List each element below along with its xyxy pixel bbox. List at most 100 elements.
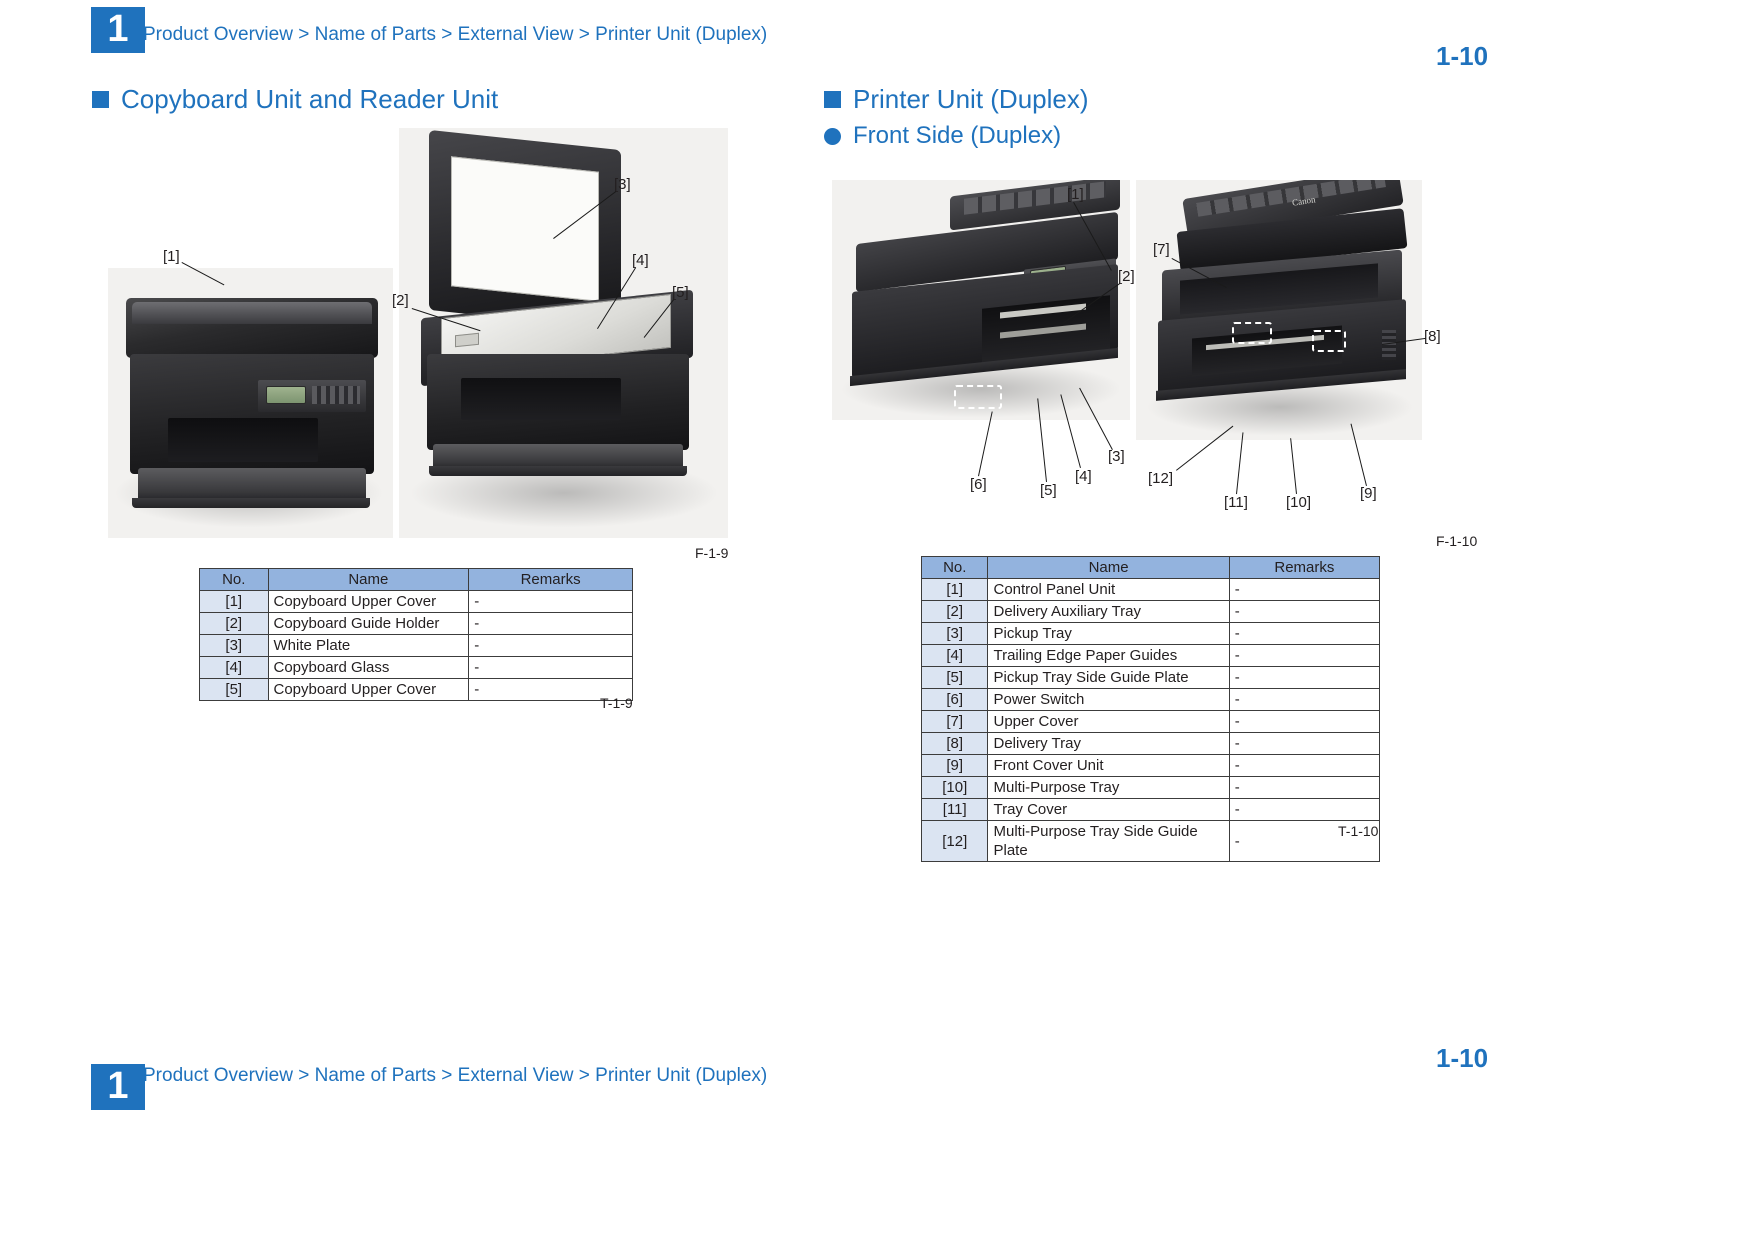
cell-no: [1] [199, 590, 269, 613]
cell-remarks: - [468, 612, 633, 635]
cell-name: Tray Cover [987, 798, 1230, 821]
callout-right-4: [4] [1075, 468, 1092, 485]
cell-no: [9] [920, 754, 989, 777]
cell-no: [2] [920, 600, 989, 623]
table-row: [3] Pickup Tray - [920, 622, 1381, 645]
cell-name: Pickup Tray [987, 622, 1230, 645]
right-subsection-title: Front Side (Duplex) [853, 122, 1062, 149]
callout-left-3: [3] [614, 176, 631, 193]
cell-remarks: - [1228, 688, 1381, 711]
cell-name: Power Switch [987, 688, 1230, 711]
circle-bullet-icon [824, 127, 841, 145]
cell-no: [8] [920, 732, 989, 755]
left-section-title: Copyboard Unit and Reader Unit [121, 84, 499, 114]
square-bullet-icon [92, 91, 109, 108]
photo-printer-front-closed [832, 180, 1130, 420]
cell-name: Front Cover Unit [987, 754, 1230, 777]
column-header-no: No. [920, 556, 989, 579]
cell-remarks: - [1228, 710, 1381, 733]
cell-no: [3] [920, 622, 989, 645]
callout-right-7: [7] [1153, 241, 1170, 258]
header-chapter-badge: 1 [91, 7, 145, 53]
table-row: [7] Upper Cover - [920, 710, 1381, 733]
right-section-heading: Printer Unit (Duplex) [824, 84, 1089, 115]
cell-name: Copyboard Guide Holder [267, 612, 470, 635]
right-figure-caption: F-1-10 [1436, 533, 1478, 549]
cell-name: Delivery Auxiliary Tray [987, 600, 1230, 623]
table-row: [1] Copyboard Upper Cover - [199, 590, 633, 613]
cell-no: [10] [920, 776, 989, 799]
cell-remarks: - [1228, 622, 1381, 645]
table-row: [12] Multi-Purpose Tray Side Guide Plate… [920, 820, 1381, 862]
footer-breadcrumb: Product Overview > Name of Parts > Exter… [143, 1065, 768, 1086]
cell-no: [5] [920, 666, 989, 689]
cell-remarks: - [1228, 798, 1381, 821]
figure-copyboard-reader-unit [108, 128, 728, 538]
cell-name: Pickup Tray Side Guide Plate [987, 666, 1230, 689]
cell-name: Copyboard Upper Cover [267, 678, 470, 701]
callout-right-2: [2] [1118, 268, 1135, 285]
left-figure-caption: F-1-9 [695, 545, 729, 561]
table-row: [9] Front Cover Unit - [920, 754, 1381, 777]
photo-printer-cover-open: Canon [1136, 180, 1422, 440]
callout-right-12: [12] [1148, 470, 1174, 487]
cell-remarks: - [1228, 776, 1381, 799]
callout-right-11: [11] [1224, 494, 1248, 511]
cell-no: [4] [199, 656, 269, 679]
square-bullet-icon [824, 91, 841, 108]
right-section-title: Printer Unit (Duplex) [853, 84, 1089, 114]
cell-name: White Plate [267, 634, 470, 657]
cell-name: Trailing Edge Paper Guides [987, 644, 1230, 667]
cell-name: Multi-Purpose Tray [987, 776, 1230, 799]
left-section-heading: Copyboard Unit and Reader Unit [92, 84, 498, 115]
callout-left-5: [5] [672, 284, 689, 301]
cell-no: [4] [920, 644, 989, 667]
header-page-number: 1-10 [1436, 41, 1489, 71]
callout-right-5: [5] [1040, 482, 1057, 499]
photo-copyboard-open [399, 128, 728, 538]
cell-name: Copyboard Glass [267, 656, 470, 679]
table-row: [4] Trailing Edge Paper Guides - [920, 644, 1381, 667]
cell-no: [12] [920, 820, 989, 862]
header-breadcrumb: Product Overview > Name of Parts > Exter… [143, 24, 768, 45]
cell-remarks: - [468, 656, 633, 679]
table-row: [3] White Plate - [199, 634, 633, 657]
cell-remarks: - [1228, 578, 1381, 601]
right-table-caption: T-1-10 [1338, 823, 1379, 839]
cell-no: [5] [199, 678, 269, 701]
column-header-name: Name [267, 568, 470, 591]
cell-no: [7] [920, 710, 989, 733]
column-header-name: Name [987, 556, 1230, 579]
table-row: [6] Power Switch - [920, 688, 1381, 711]
table-row: [2] Delivery Auxiliary Tray - [920, 600, 1381, 623]
column-header-no: No. [199, 568, 269, 591]
table-header-row: No. Name Remarks [920, 556, 1381, 579]
footer-page-number: 1-10 [1436, 1043, 1489, 1073]
table-row: [5] Copyboard Upper Cover - [199, 678, 633, 701]
photo-copyboard-closed [108, 268, 393, 538]
table-row: [10] Multi-Purpose Tray - [920, 776, 1381, 799]
left-table-caption: T-1-9 [600, 695, 633, 711]
footer-chapter-badge: 1 [91, 1064, 145, 1110]
callout-left-2: [2] [392, 292, 409, 309]
column-header-remarks: Remarks [468, 568, 633, 591]
cell-remarks: - [1228, 600, 1381, 623]
cell-remarks: - [1228, 732, 1381, 755]
cell-name: Delivery Tray [987, 732, 1230, 755]
cell-no: [3] [199, 634, 269, 657]
cell-no: [2] [199, 612, 269, 635]
table-header-row: No. Name Remarks [199, 568, 633, 591]
column-header-remarks: Remarks [1228, 556, 1381, 579]
manual-page: 1 Product Overview > Name of Parts > Ext… [0, 0, 1754, 1240]
callout-right-10: [10] [1286, 494, 1312, 511]
left-parts-table: No. Name Remarks [1] Copyboard Upper Cov… [199, 568, 633, 701]
table-row: [11] Tray Cover - [920, 798, 1381, 821]
cell-name: Multi-Purpose Tray Side Guide Plate [987, 820, 1230, 862]
table-row: [2] Copyboard Guide Holder - [199, 612, 633, 635]
cell-remarks: - [1228, 644, 1381, 667]
table-row: [1] Control Panel Unit - [920, 578, 1381, 601]
callout-right-9: [9] [1360, 485, 1377, 502]
cell-no: [6] [920, 688, 989, 711]
right-parts-table: No. Name Remarks [1] Control Panel Unit … [920, 556, 1381, 862]
callout-right-6: [6] [970, 476, 987, 493]
